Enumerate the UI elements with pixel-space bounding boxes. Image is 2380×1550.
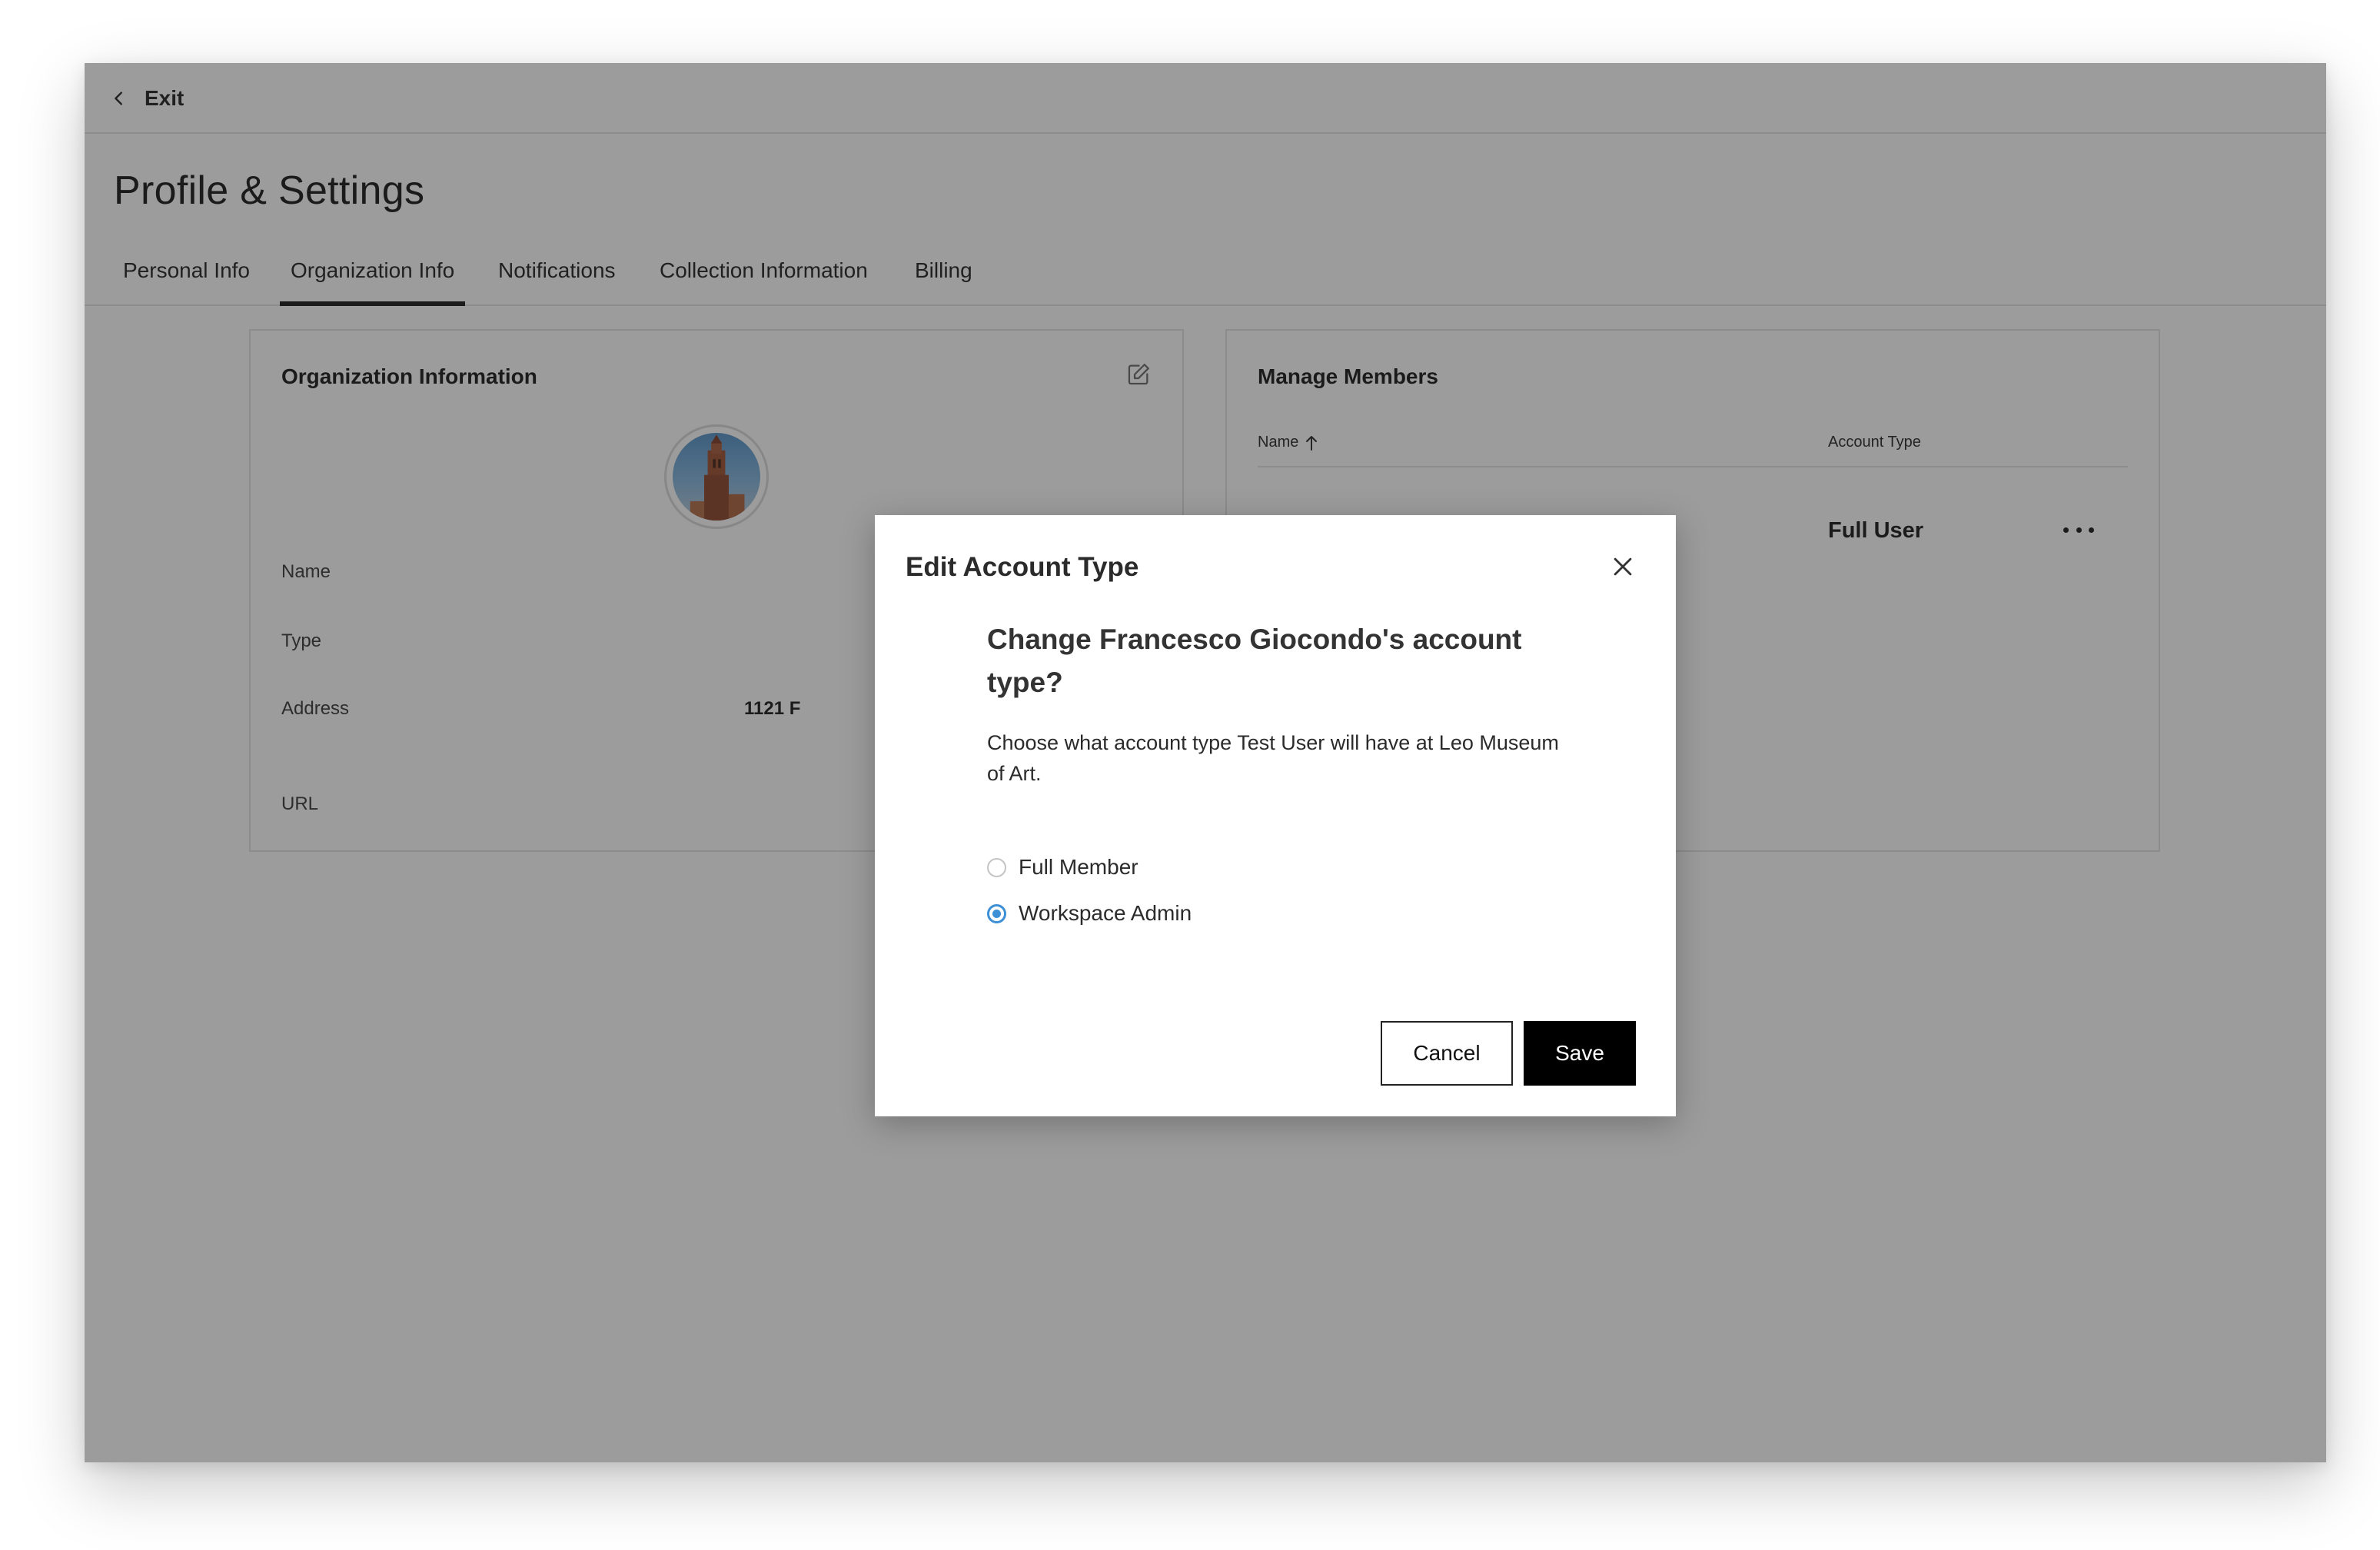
dialog-heading: Change Francesco Giocondo's account type… (987, 624, 1522, 698)
radio-checked[interactable] (987, 903, 1006, 923)
close-icon[interactable] (1610, 554, 1636, 580)
dialog-title: Edit Account Type (906, 552, 1139, 582)
app-window: Exit Profile & Settings Personal Info Or… (85, 63, 2326, 1462)
option-full-member[interactable]: Full Member (987, 855, 1138, 880)
option-label: Full Member (1019, 855, 1138, 879)
option-workspace-admin[interactable]: Workspace Admin (987, 901, 1192, 926)
cancel-button[interactable]: Cancel (1381, 1021, 1513, 1086)
radio-unchecked[interactable] (987, 857, 1006, 877)
edit-account-type-dialog: Edit Account Type Change Francesco Gioco… (875, 515, 1676, 1116)
option-label: Workspace Admin (1019, 901, 1192, 925)
save-button[interactable]: Save (1524, 1021, 1636, 1086)
dialog-description: Choose what account type Test User will … (987, 731, 1559, 785)
